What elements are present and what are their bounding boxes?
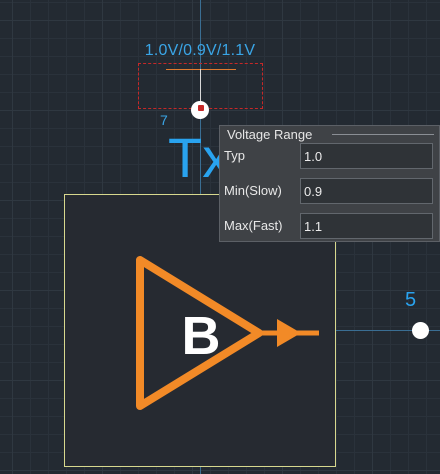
min-slow-value-field[interactable] (300, 178, 433, 204)
supply-voltage-label[interactable]: 1.0V/0.9V/1.1V (0, 42, 400, 60)
voltage-row-typ: Typ (220, 143, 440, 169)
voltage-row-max: Max(Fast) (220, 213, 440, 239)
buffer-glyph: B (181, 306, 221, 366)
output-pin-icon[interactable] (412, 322, 429, 339)
voltage-range-title: Voltage Range (227, 127, 313, 142)
typ-label: Typ (224, 148, 245, 163)
min-slow-label: Min(Slow) (224, 183, 282, 198)
max-fast-value-field[interactable] (300, 213, 433, 239)
typ-value-field[interactable] (300, 143, 433, 169)
voltage-row-min: Min(Slow) (220, 178, 440, 204)
pin-number-label: 5 (405, 289, 417, 311)
panel-title-divider (332, 134, 434, 135)
max-fast-label: Max(Fast) (224, 218, 283, 233)
supply-pin-mark: 7 (160, 112, 168, 128)
supply-pin-marker-icon (198, 105, 204, 111)
voltage-range-panel: Typ Min(Slow) Max(Fast) (219, 125, 440, 242)
supply-bar (166, 69, 236, 70)
